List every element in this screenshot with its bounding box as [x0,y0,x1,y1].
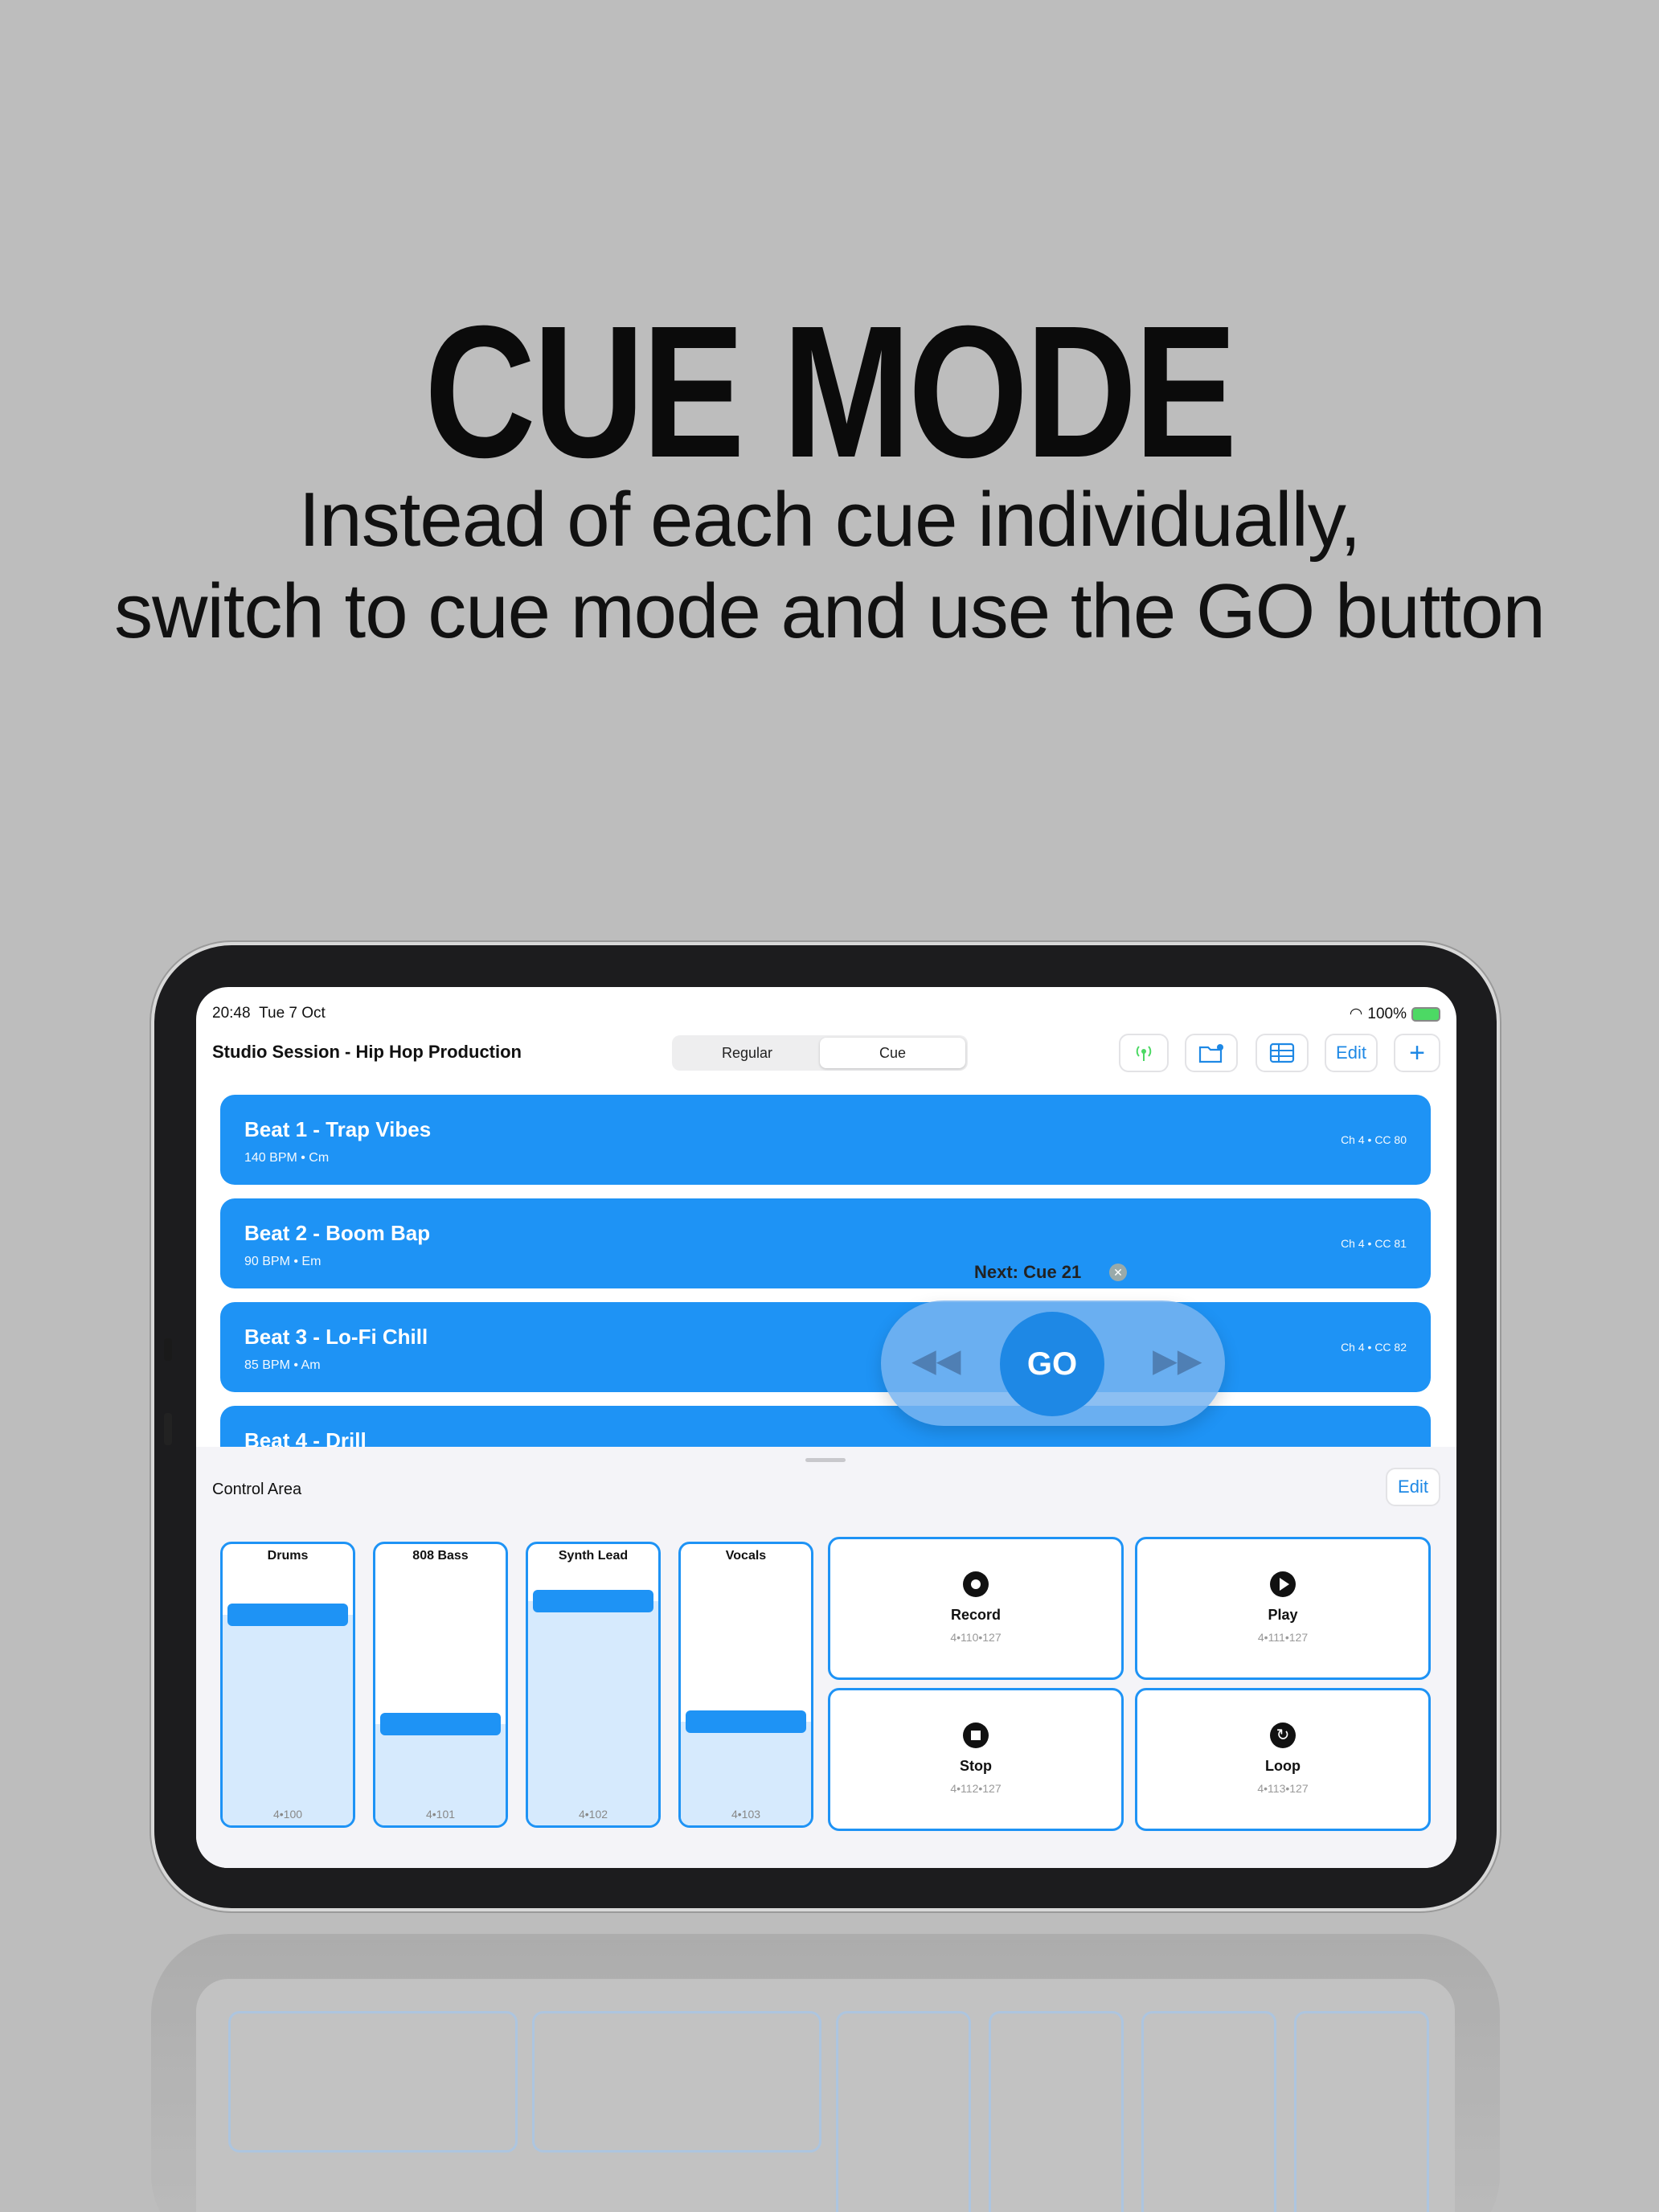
cue-row[interactable]: Beat 1 - Trap Vibes 140 BPM • Cm Ch 4 • … [220,1095,1431,1185]
cue-midi: Ch 4 • CC 81 [1341,1237,1407,1250]
ipad-screen: 20:48 Tue 7 Oct ◠ 100% Studio Session - … [196,987,1456,1868]
fader-808-bass[interactable]: 808 Bass 4•101 [373,1542,508,1828]
fader-midi: 4•102 [578,1808,608,1821]
play-button[interactable]: Play 4•111•127 [1135,1537,1431,1680]
folder-gear-icon [1198,1044,1223,1063]
previous-cue-button[interactable]: ◀◀ [911,1342,961,1379]
fader-midi: 4•103 [731,1808,761,1821]
fader-drums[interactable]: Drums 4•100 [220,1542,355,1828]
drag-handle[interactable] [805,1458,846,1462]
pad-label: Stop [960,1758,992,1774]
control-edit-button[interactable]: Edit [1386,1468,1440,1506]
cue-meta: 90 BPM • Em [244,1255,322,1268]
cue-midi: Ch 4 • CC 80 [1341,1133,1407,1146]
go-button[interactable]: GO [1000,1312,1104,1416]
fader-handle[interactable] [227,1604,348,1626]
fader-label: 808 Bass [412,1549,469,1563]
fader-vocals[interactable]: Vocals 4•103 [678,1542,813,1828]
mode-segmented-control[interactable]: Regular Cue [672,1035,968,1071]
headline: CUE MODE [424,286,1237,497]
side-button [164,1338,172,1361]
device-reflection [151,1934,1500,2212]
reflection-fader [1141,2011,1276,2212]
plus-icon: + [1409,1038,1425,1068]
fader-fill [223,1615,353,1825]
fader-handle[interactable] [686,1710,806,1734]
fader-label: Vocals [725,1549,767,1563]
rewind-icon: ◀◀ [911,1343,961,1378]
next-cue-label: Next: Cue 21 [974,1262,1082,1282]
status-bar: 20:48 Tue 7 Oct ◠ 100% [212,1005,1440,1024]
fader-handle[interactable] [380,1713,501,1736]
reflection-fader [1294,2011,1429,2212]
clear-next-button[interactable]: ✕ [1109,1264,1127,1281]
wifi-icon: ◠ [1349,1006,1363,1022]
status-time: 20:48 Tue 7 Oct [212,1005,326,1022]
edit-button[interactable]: Edit [1325,1034,1378,1072]
fader-midi: 4•100 [272,1808,303,1821]
pad-midi: 4•113•127 [1257,1782,1309,1795]
pad-midi: 4•111•127 [1257,1631,1309,1644]
stop-button[interactable]: Stop 4•112•127 [828,1688,1124,1831]
cue-name: Beat 3 - Lo-Fi Chill [244,1325,428,1349]
record-button[interactable]: Record 4•110•127 [828,1537,1124,1680]
subtitle-line-2: switch to cue mode and use the GO button [114,568,1546,654]
pad-midi: 4•110•127 [950,1631,1002,1644]
fast-forward-icon: ▶▶ [1153,1343,1202,1378]
reflection-pad [228,2011,518,2153]
cue-meta: 140 BPM • Cm [244,1151,330,1165]
next-cue-button[interactable]: ▶▶ [1153,1342,1202,1379]
reflection-fader [989,2011,1124,2212]
pad-label: Loop [1265,1758,1301,1774]
pad-midi: 4•112•127 [950,1782,1002,1795]
control-area-title: Control Area [212,1481,302,1498]
broadcast-button[interactable] [1119,1034,1169,1072]
loop-button[interactable]: ↻ Loop 4•113•127 [1135,1688,1431,1831]
reflection-pad [532,2011,821,2153]
battery-percent: 100% [1367,1005,1407,1022]
cue-name: Beat 2 - Boom Bap [244,1221,431,1245]
pad-label: Record [950,1607,1001,1623]
fader-handle[interactable] [533,1589,653,1612]
antenna-icon [1136,1046,1152,1061]
cue-row[interactable]: Beat 2 - Boom Bap 90 BPM • Em Ch 4 • CC … [220,1198,1431,1288]
reflection-fader [836,2011,971,2212]
stop-icon [963,1722,989,1748]
go-transport-bar: ◀◀ GO ▶▶ [881,1301,1225,1426]
fader-midi: 4•101 [425,1808,456,1821]
segment-cue[interactable]: Cue [820,1038,965,1068]
cue-midi: Ch 4 • CC 82 [1341,1341,1407,1354]
battery-icon [1411,1006,1440,1022]
control-area: Control Area Edit Drums 4•100 808 Bass 4… [196,1447,1456,1868]
folder-settings-button[interactable] [1185,1034,1238,1072]
close-icon: ✕ [1113,1265,1123,1279]
record-icon [963,1571,989,1597]
fader-fill [528,1600,658,1825]
cue-meta: 85 BPM • Am [244,1358,321,1372]
add-cue-button[interactable]: + [1394,1034,1440,1072]
fader-label: Synth Lead [558,1549,629,1563]
subtitle-line-1: Instead of each cue individually, [298,477,1362,563]
segment-regular[interactable]: Regular [674,1038,820,1068]
cue-row[interactable]: Beat 3 - Lo-Fi Chill 85 BPM • Am Ch 4 • … [220,1302,1431,1392]
table-icon [1269,1043,1295,1063]
grid-view-button[interactable] [1256,1034,1309,1072]
cue-name: Beat 1 - Trap Vibes [244,1117,432,1141]
loop-icon: ↻ [1270,1722,1296,1748]
pad-label: Play [1268,1607,1298,1623]
play-icon [1270,1571,1296,1597]
fader-label: Drums [267,1549,309,1563]
side-button [164,1413,172,1445]
session-title: Studio Session - Hip Hop Production [212,1042,522,1062]
fader-synth-lead[interactable]: Synth Lead 4•102 [526,1542,661,1828]
